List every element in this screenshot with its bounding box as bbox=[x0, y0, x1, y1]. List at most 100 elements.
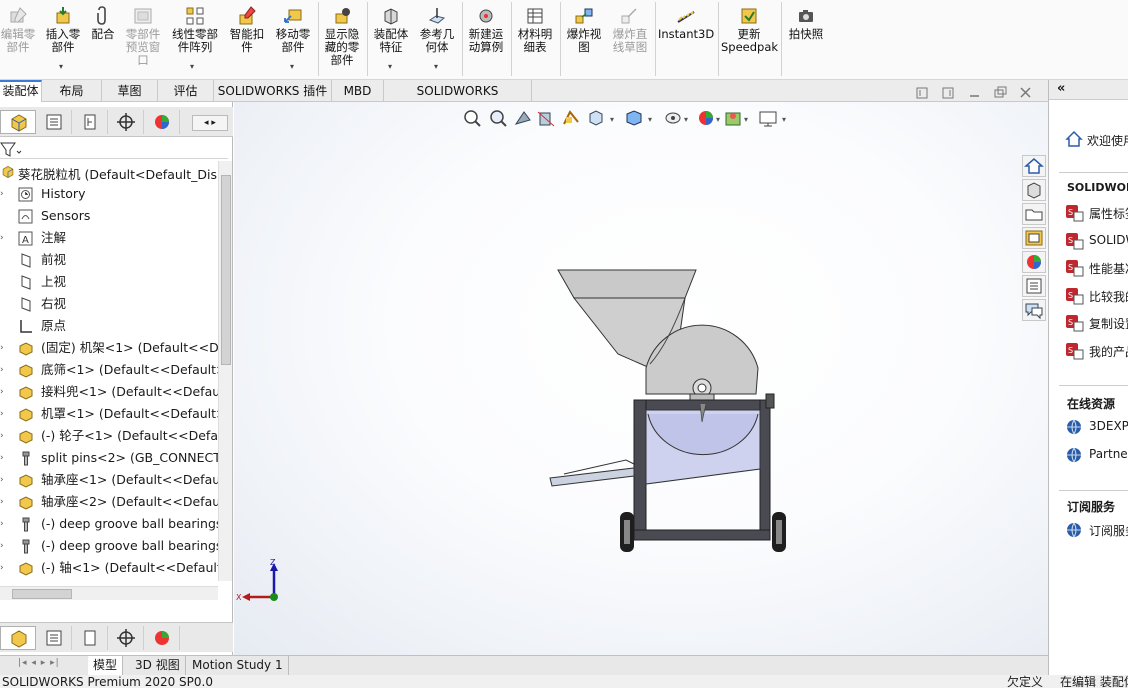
tree-item[interactable]: › split pins<2> (GB_CONNECTIN bbox=[0, 447, 218, 469]
task-pane-link[interactable]: 我的产品 bbox=[1089, 343, 1128, 360]
task-pane-link[interactable]: 订阅服务 bbox=[1089, 522, 1128, 539]
edit-appearance-icon[interactable] bbox=[699, 111, 713, 125]
expand-arrow-icon[interactable]: › bbox=[0, 535, 8, 557]
expand-arrow-icon[interactable]: › bbox=[0, 447, 8, 469]
tree-item[interactable]: › (-) deep groove ball bearings bbox=[0, 513, 218, 535]
view-settings-icon[interactable] bbox=[759, 111, 777, 127]
apply-scene-icon[interactable] bbox=[725, 112, 741, 126]
exploded-view-button[interactable]: 爆炸视 图 bbox=[563, 6, 605, 54]
insert-component-button[interactable]: 插入零 部件 bbox=[40, 6, 86, 54]
feature-manager-tab[interactable] bbox=[0, 626, 36, 650]
hide-show-items-icon[interactable] bbox=[665, 112, 681, 124]
update-speedpak-button[interactable]: 更新 Speedpak bbox=[721, 6, 778, 54]
tab-assembly[interactable]: 装配体 bbox=[0, 80, 42, 102]
task-pane-link[interactable]: 性能基准 bbox=[1089, 260, 1128, 277]
display-manager-tab[interactable] bbox=[144, 626, 180, 650]
view-orientation-icon[interactable] bbox=[589, 110, 603, 126]
tree-item[interactable]: › 轴承座<1> (Default<<Default> bbox=[0, 469, 218, 491]
chevron-down-icon[interactable]: ▾ bbox=[388, 62, 392, 71]
tree-item[interactable]: › 机罩<1> (Default<<Default>_F bbox=[0, 403, 218, 425]
graphics-area[interactable]: ▾ ▾ ▾ ▾ ▾ ▾ Z X bbox=[234, 86, 1048, 655]
edit-component-button[interactable]: 编辑零 部件 bbox=[0, 6, 36, 54]
panel-tab-scroll[interactable]: ◂ ▸ bbox=[192, 115, 228, 131]
section-view-icon[interactable] bbox=[537, 111, 555, 127]
instant3d-button[interactable]: Instant3D bbox=[658, 6, 714, 41]
tile-left-icon[interactable] bbox=[916, 87, 928, 99]
property-manager-tab[interactable] bbox=[36, 110, 72, 134]
thresher-3d-model[interactable] bbox=[540, 264, 790, 559]
tree-item[interactable]: 原点 bbox=[0, 315, 218, 337]
tree-item[interactable]: › (-) deep groove ball bearings bbox=[0, 535, 218, 557]
chevron-down-icon[interactable]: ▾ bbox=[190, 62, 194, 71]
tree-vertical-scrollbar[interactable] bbox=[218, 161, 232, 581]
tree-item[interactable]: 前视 bbox=[0, 249, 218, 271]
appearances-tab[interactable] bbox=[1022, 251, 1046, 273]
file-explorer-tab[interactable] bbox=[1022, 203, 1046, 225]
expand-arrow-icon[interactable]: › bbox=[0, 513, 8, 535]
configuration-manager-tab[interactable] bbox=[72, 626, 108, 650]
close-icon[interactable] bbox=[1020, 87, 1031, 98]
tab-sketch[interactable]: 草图 bbox=[102, 80, 158, 102]
tree-horizontal-scrollbar[interactable] bbox=[0, 586, 218, 600]
tab-solidworks-inspection[interactable]: SOLIDWORKS Inspection bbox=[384, 80, 532, 120]
configuration-manager-tab[interactable] bbox=[72, 110, 108, 134]
home-tab[interactable] bbox=[1022, 155, 1046, 177]
expand-arrow-icon[interactable]: › bbox=[0, 337, 8, 359]
expand-arrow-icon[interactable]: › bbox=[0, 425, 8, 447]
tab-layout[interactable]: 布局 bbox=[42, 80, 102, 102]
tab-solidworks-addins[interactable]: SOLIDWORKS 插件 bbox=[214, 80, 332, 102]
zoom-to-area-icon[interactable] bbox=[490, 110, 507, 127]
property-manager-tab[interactable] bbox=[36, 626, 72, 650]
tree-item[interactable]: › 底筛<1> (Default<<Default>_F bbox=[0, 359, 218, 381]
assembly-features-button[interactable]: 装配体 特征 bbox=[370, 6, 412, 54]
reference-geometry-button[interactable]: 参考几 何体 bbox=[416, 6, 458, 54]
component-preview-button[interactable]: 零部件 预览窗 口 bbox=[122, 6, 164, 67]
mate-button[interactable]: 配合 bbox=[88, 6, 118, 41]
custom-properties-tab[interactable] bbox=[1022, 275, 1046, 297]
tree-item[interactable]: Sensors bbox=[0, 205, 218, 227]
tab-mbd[interactable]: MBD bbox=[332, 80, 384, 102]
tree-item[interactable]: › (-) 轮子<1> (Default<<Default bbox=[0, 425, 218, 447]
view-palette-tab[interactable] bbox=[1022, 227, 1046, 249]
scrollbar-thumb[interactable] bbox=[221, 175, 231, 365]
collapse-task-pane-icon[interactable]: « bbox=[1057, 81, 1065, 96]
expand-arrow-icon[interactable]: › bbox=[0, 491, 8, 513]
feature-manager-tab[interactable] bbox=[0, 110, 36, 134]
new-motion-study-button[interactable]: 新建运 动算例 bbox=[465, 6, 507, 54]
snapshot-button[interactable]: 拍快照 bbox=[784, 6, 828, 41]
expand-arrow-icon[interactable]: › bbox=[0, 183, 8, 205]
dynamic-annotation-icon[interactable] bbox=[563, 110, 579, 125]
forum-tab[interactable] bbox=[1022, 299, 1046, 321]
filter-icon[interactable] bbox=[0, 141, 22, 159]
tree-item[interactable]: 右视 bbox=[0, 293, 218, 315]
task-pane-link[interactable]: SOLIDW bbox=[1089, 233, 1128, 247]
tree-item[interactable]: › A 注解 bbox=[0, 227, 218, 249]
tab-motion-study-1[interactable]: Motion Study 1 bbox=[187, 656, 289, 675]
tab-model[interactable]: 模型 bbox=[88, 656, 124, 675]
tree-item[interactable]: › (固定) 机架<1> (Default<<Def bbox=[0, 337, 218, 359]
chevron-down-icon[interactable]: ▾ bbox=[434, 62, 438, 71]
welcome-link[interactable]: 欢迎使用 bbox=[1087, 132, 1128, 149]
tab-scroll-arrows[interactable]: |◂ ◂ ▸ ▸| bbox=[18, 658, 84, 673]
tree-item[interactable]: › 轴承座<2> (Default<<Default> bbox=[0, 491, 218, 513]
tree-item[interactable]: › History bbox=[0, 183, 218, 205]
task-pane-link[interactable]: 比较我的 bbox=[1089, 288, 1128, 305]
design-library-tab[interactable] bbox=[1022, 179, 1046, 201]
tree-item[interactable]: 上视 bbox=[0, 271, 218, 293]
tree-item[interactable]: › (-) 轴<1> (Default<<Default>_ bbox=[0, 557, 218, 579]
dimxpert-tab[interactable] bbox=[108, 626, 144, 650]
scrollbar-thumb[interactable] bbox=[12, 589, 72, 599]
bill-of-materials-button[interactable]: 材料明 细表 bbox=[514, 6, 556, 54]
display-style-icon[interactable] bbox=[626, 110, 642, 126]
zoom-to-fit-icon[interactable] bbox=[464, 110, 481, 127]
move-component-button[interactable]: 移动零 部件 bbox=[272, 6, 314, 54]
chevron-down-icon[interactable]: ▾ bbox=[59, 62, 63, 71]
display-manager-tab[interactable] bbox=[144, 110, 180, 134]
task-pane-link[interactable]: Partner bbox=[1089, 447, 1128, 461]
expand-arrow-icon[interactable]: › bbox=[0, 403, 8, 425]
expand-arrow-icon[interactable]: › bbox=[0, 557, 8, 579]
expand-arrow-icon[interactable]: › bbox=[0, 469, 8, 491]
task-pane-link[interactable]: 3DEXPE bbox=[1089, 419, 1128, 433]
show-hidden-components-button[interactable]: 显示隐 藏的零 部件 bbox=[321, 6, 363, 67]
tab-3d-views[interactable]: 3D 视图 bbox=[130, 656, 186, 675]
